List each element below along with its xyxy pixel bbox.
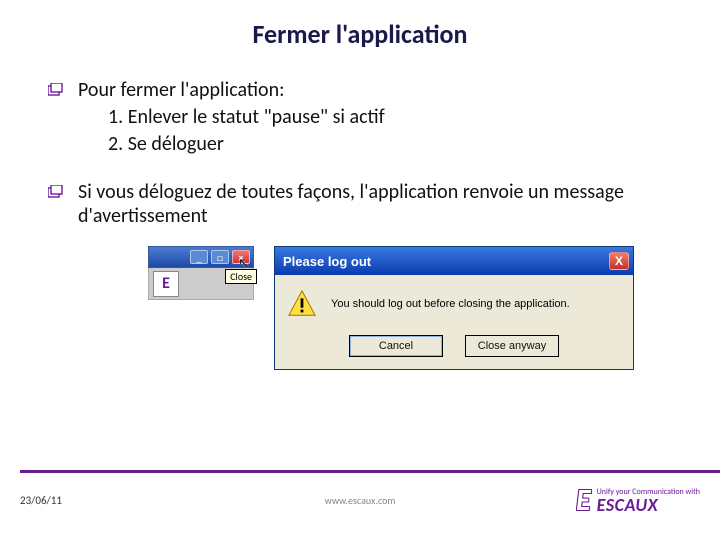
dialog-title-text: Please log out [283,254,371,269]
slide-title: Fermer l'application [0,0,720,50]
app-logo-icon: E [153,271,179,297]
bullet-1: Pour fermer l'application: [48,78,680,102]
slide-content: Pour fermer l'application: 1. Enlever le… [0,50,720,370]
screenshots-row: _ □ × ↖ Close E Please log out X You [48,246,680,370]
bullet-2: Si vous déloguez de toutes façons, l'app… [48,180,680,228]
cancel-button[interactable]: Cancel [349,335,443,357]
footer-url: www.escaux.com [325,494,396,507]
dialog-message: You should log out before closing the ap… [331,298,570,310]
warning-icon [287,289,317,319]
brand: E Unify your Communication with ESCAUX [576,482,700,519]
close-tooltip: Close [225,269,257,284]
close-anyway-button[interactable]: Close anyway [465,335,559,357]
dialog-body: You should log out before closing the ap… [275,275,633,369]
footer-date: 23/06/11 [20,494,62,507]
footer: 23/06/11 www.escaux.com E Unify your Com… [0,482,720,519]
bullet-icon [48,83,64,97]
bullet-1-text: Pour fermer l'application: [78,78,284,102]
brand-name: ESCAUX [597,496,700,514]
bullet-2-text: Si vous déloguez de toutes façons, l'app… [78,180,680,228]
numbered-list: 1. Enlever le statut "pause" si actif 2.… [48,104,680,158]
mini-titlebar-screenshot: _ □ × ↖ Close E [148,246,254,300]
minimize-icon: _ [190,250,208,264]
footer-divider [20,470,720,473]
numbered-item-2: 2. Se déloguer [108,131,680,158]
numbered-item-1: 1. Enlever le statut "pause" si actif [108,104,680,131]
logout-dialog: Please log out X You should log out befo… [274,246,634,370]
mini-titlebar: _ □ × ↖ Close [148,246,254,268]
dialog-close-button[interactable]: X [609,252,629,270]
bullet-icon [48,185,64,199]
dialog-titlebar: Please log out X [275,247,633,275]
maximize-icon: □ [211,250,229,264]
dialog-buttons: Cancel Close anyway [287,335,621,357]
brand-logo-icon: E [576,482,591,519]
